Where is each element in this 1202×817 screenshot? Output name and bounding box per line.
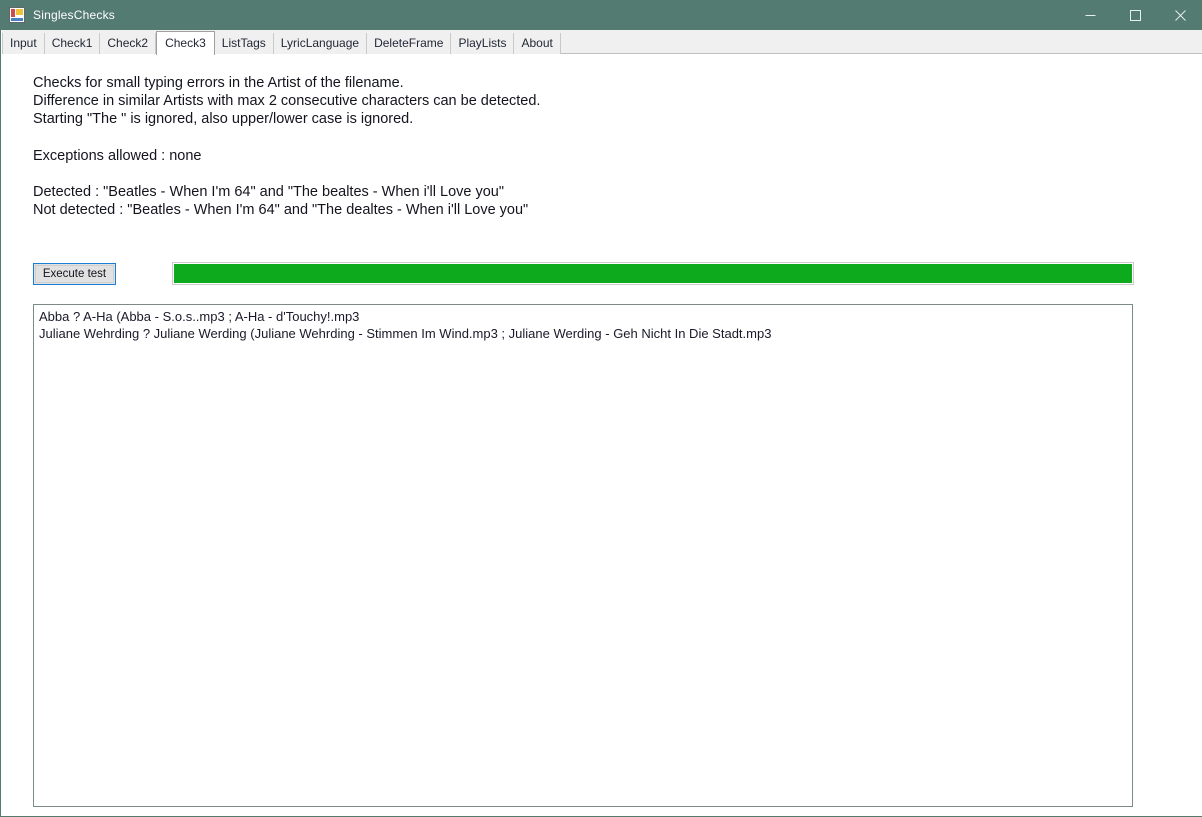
tab-input[interactable]: Input bbox=[2, 33, 45, 54]
maximize-button[interactable] bbox=[1113, 0, 1158, 30]
tab-list: Input Check1 Check2 Check3 ListTags Lyri… bbox=[2, 30, 561, 55]
description-line-1: Checks for small typing errors in the Ar… bbox=[33, 75, 404, 91]
progress-bar-fill bbox=[174, 264, 1132, 283]
close-button[interactable] bbox=[1158, 0, 1202, 30]
minimize-button[interactable] bbox=[1068, 0, 1113, 30]
execute-test-button-label: Execute test bbox=[35, 265, 114, 283]
results-line: Abba ? A-Ha (Abba - S.o.s..mp3 ; A-Ha - … bbox=[39, 309, 360, 324]
maximize-icon bbox=[1130, 9, 1141, 21]
exceptions-line: Exceptions allowed : none bbox=[33, 147, 202, 164]
tab-check2[interactable]: Check2 bbox=[100, 33, 157, 54]
description-spacer-2 bbox=[33, 165, 1033, 183]
title-bar: SinglesChecks bbox=[1, 0, 1202, 30]
tab-listtags[interactable]: ListTags bbox=[214, 33, 274, 54]
app-window: SinglesChecks Input Check1 Check2 Check3… bbox=[0, 0, 1202, 817]
close-icon bbox=[1175, 9, 1186, 21]
tab-panel-check3: Checks for small typing errors in the Ar… bbox=[2, 54, 1202, 816]
results-textbox[interactable]: Abba ? A-Ha (Abba - S.o.s..mp3 ; A-Ha - … bbox=[33, 304, 1133, 807]
execute-test-button[interactable]: Execute test bbox=[33, 263, 116, 285]
app-window-icon bbox=[9, 7, 25, 23]
caption-buttons bbox=[1068, 0, 1202, 30]
minimize-icon bbox=[1085, 14, 1096, 16]
tab-deleteframe[interactable]: DeleteFrame bbox=[367, 33, 452, 54]
description-block: Checks for small typing errors in the Ar… bbox=[33, 74, 1033, 219]
description-line-2: Difference in similar Artists with max 2… bbox=[33, 93, 541, 110]
progress-bar bbox=[172, 262, 1134, 285]
tab-about[interactable]: About bbox=[514, 33, 561, 54]
tab-strip: Input Check1 Check2 Check3 ListTags Lyri… bbox=[2, 30, 1202, 55]
window-title: SinglesChecks bbox=[33, 8, 115, 22]
tab-lyriclanguage[interactable]: LyricLanguage bbox=[273, 33, 368, 54]
description-line-3: Starting "The " is ignored, also upper/l… bbox=[33, 111, 414, 128]
description-spacer-1 bbox=[33, 129, 1033, 147]
not-detected-line: Not detected : "Beatles - When I'm 64" a… bbox=[33, 202, 529, 219]
detected-line: Detected : "Beatles - When I'm 64" and "… bbox=[33, 183, 505, 200]
tab-check1[interactable]: Check1 bbox=[44, 33, 101, 54]
tab-playlists[interactable]: PlayLists bbox=[451, 33, 515, 54]
tab-check3[interactable]: Check3 bbox=[156, 31, 215, 55]
results-line: Juliane Wehrding ? Juliane Werding (Juli… bbox=[39, 325, 772, 341]
